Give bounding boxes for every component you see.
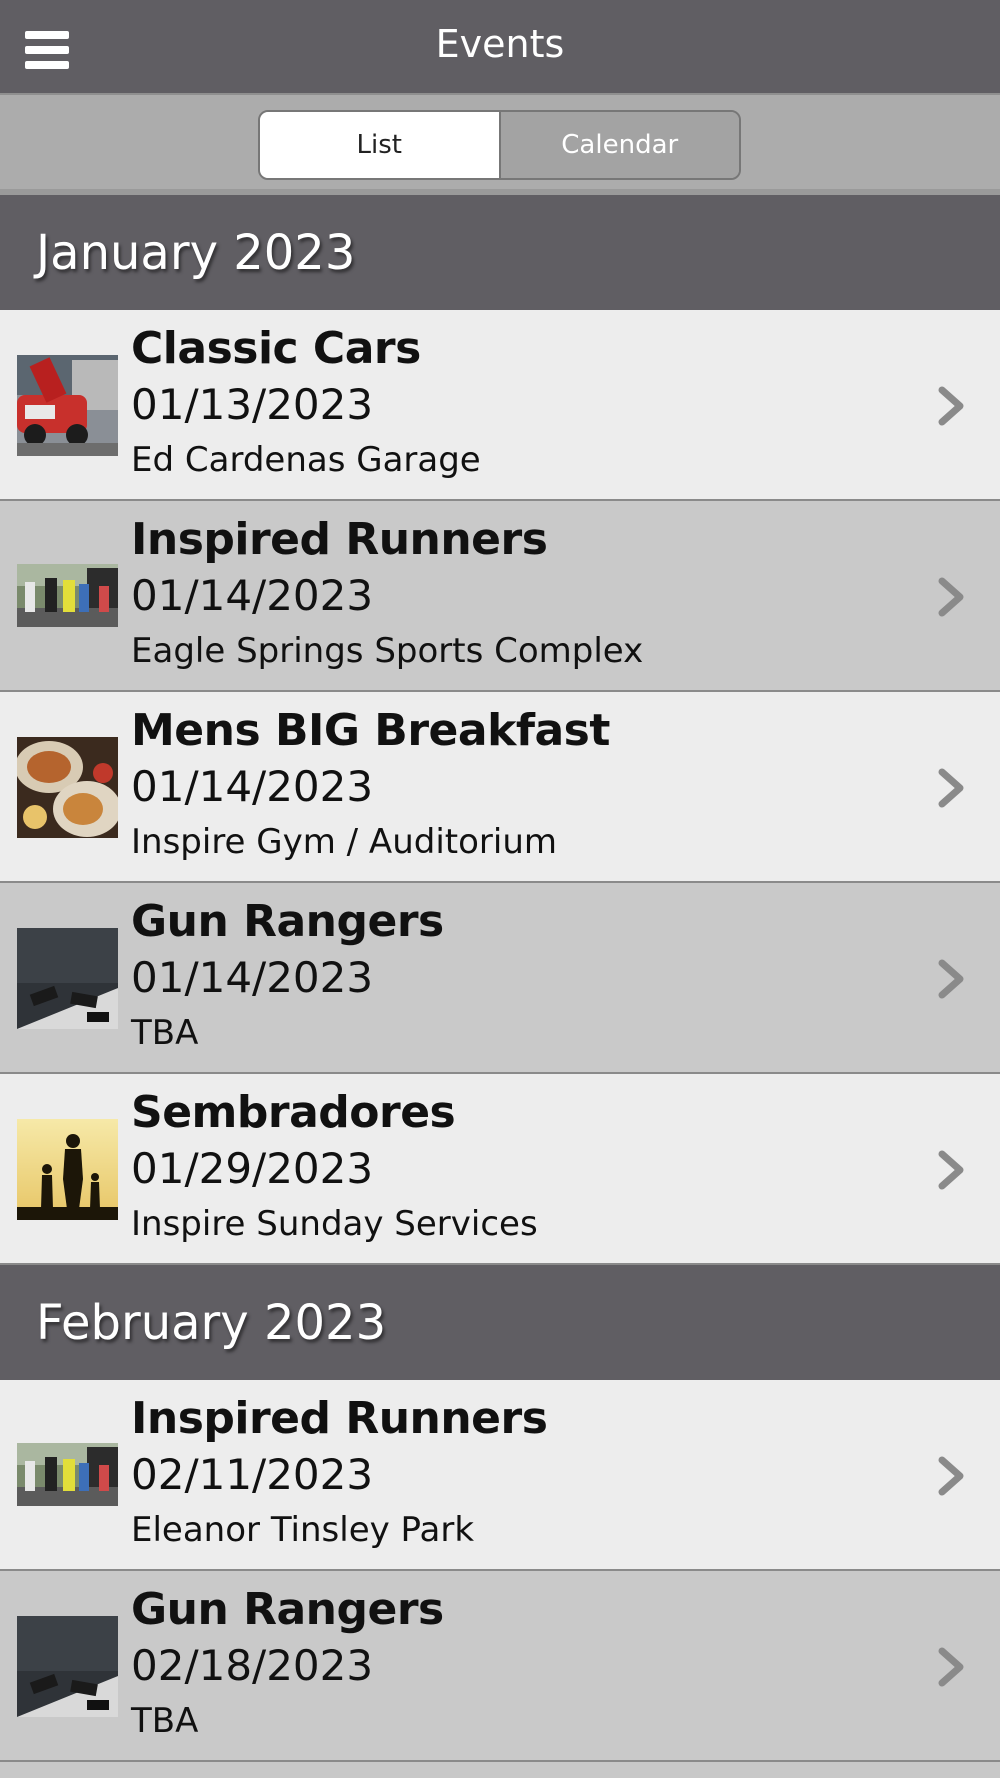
top-bar: Events bbox=[0, 0, 1000, 95]
event-title: Inspired Runners bbox=[131, 514, 548, 565]
page-title: Events bbox=[435, 22, 565, 66]
event-details: Gun Rangers 01/14/2023 TBA bbox=[131, 895, 444, 1059]
event-date: 01/14/2023 bbox=[131, 762, 374, 811]
chevron-right-icon bbox=[938, 577, 964, 617]
event-row[interactable]: Inspired Runners 01/14/2023 Eagle Spring… bbox=[0, 501, 1000, 692]
event-thumbnail bbox=[17, 1616, 118, 1717]
event-details: Inspired Runners 02/11/2023 Eleanor Tins… bbox=[131, 1392, 548, 1556]
event-row[interactable]: Mens BIG Breakfast 01/14/2023 Inspire Gy… bbox=[0, 692, 1000, 883]
event-title: Inspired Runners bbox=[131, 1393, 548, 1444]
view-segmented-control: List Calendar bbox=[258, 110, 741, 180]
event-date: 01/13/2023 bbox=[131, 380, 374, 429]
event-thumbnail bbox=[17, 1443, 118, 1506]
event-date: 01/29/2023 bbox=[131, 1144, 374, 1193]
event-row[interactable]: Inspired Runners 02/11/2023 Eleanor Tins… bbox=[0, 1380, 1000, 1571]
chevron-right-icon bbox=[938, 959, 964, 999]
event-location: Inspire Sunday Services bbox=[131, 1204, 538, 1244]
event-location: Eleanor Tinsley Park bbox=[131, 1510, 475, 1550]
event-details: Gun Rangers 02/18/2023 TBA bbox=[131, 1583, 444, 1747]
chevron-right-icon bbox=[938, 1456, 964, 1496]
event-title: Mens BIG Breakfast bbox=[131, 705, 610, 756]
event-location: TBA bbox=[131, 1701, 199, 1741]
month-header: February 2023 bbox=[0, 1265, 1000, 1380]
event-details: Classic Cars 01/13/2023 Ed Cardenas Gara… bbox=[131, 322, 481, 486]
events-screen: Events List Calendar January 2023 Classi… bbox=[0, 0, 1000, 1778]
chevron-right-icon bbox=[938, 1150, 964, 1190]
event-thumbnail bbox=[17, 1119, 118, 1220]
chevron-right-icon bbox=[938, 768, 964, 808]
event-thumbnail bbox=[17, 928, 118, 1029]
event-title: Gun Rangers bbox=[131, 896, 444, 947]
event-thumbnail bbox=[17, 355, 118, 456]
event-location: Ed Cardenas Garage bbox=[131, 440, 481, 480]
event-details: Inspired Runners 01/14/2023 Eagle Spring… bbox=[131, 513, 643, 677]
event-title: Gun Rangers bbox=[131, 1584, 444, 1635]
event-details: Sembradores 01/29/2023 Inspire Sunday Se… bbox=[131, 1086, 538, 1250]
event-thumbnail bbox=[17, 564, 118, 627]
tab-list[interactable]: List bbox=[260, 112, 499, 178]
event-row[interactable]: Sembradores 01/29/2023 Inspire Sunday Se… bbox=[0, 1074, 1000, 1265]
event-location: Eagle Springs Sports Complex bbox=[131, 631, 644, 671]
view-toggle-bar: List Calendar bbox=[0, 95, 1000, 195]
event-date: 01/14/2023 bbox=[131, 953, 374, 1002]
tab-calendar[interactable]: Calendar bbox=[498, 112, 739, 178]
event-thumbnail bbox=[17, 737, 118, 838]
chevron-right-icon bbox=[938, 1647, 964, 1687]
event-date: 02/18/2023 bbox=[131, 1641, 374, 1690]
event-row[interactable]: Gun Rangers 02/18/2023 TBA bbox=[0, 1571, 1000, 1762]
event-title: Classic Cars bbox=[131, 323, 421, 374]
event-details: Mens BIG Breakfast 01/14/2023 Inspire Gy… bbox=[131, 704, 610, 868]
chevron-right-icon bbox=[938, 386, 964, 426]
event-location: TBA bbox=[131, 1013, 199, 1053]
event-title: Sembradores bbox=[131, 1087, 456, 1138]
month-header: January 2023 bbox=[0, 195, 1000, 310]
event-date: 02/11/2023 bbox=[131, 1450, 374, 1499]
event-row[interactable]: Gun Rangers 01/14/2023 TBA bbox=[0, 883, 1000, 1074]
event-location: Inspire Gym / Auditorium bbox=[131, 822, 557, 862]
event-row[interactable]: Classic Cars 01/13/2023 Ed Cardenas Gara… bbox=[0, 310, 1000, 501]
event-date: 01/14/2023 bbox=[131, 571, 374, 620]
